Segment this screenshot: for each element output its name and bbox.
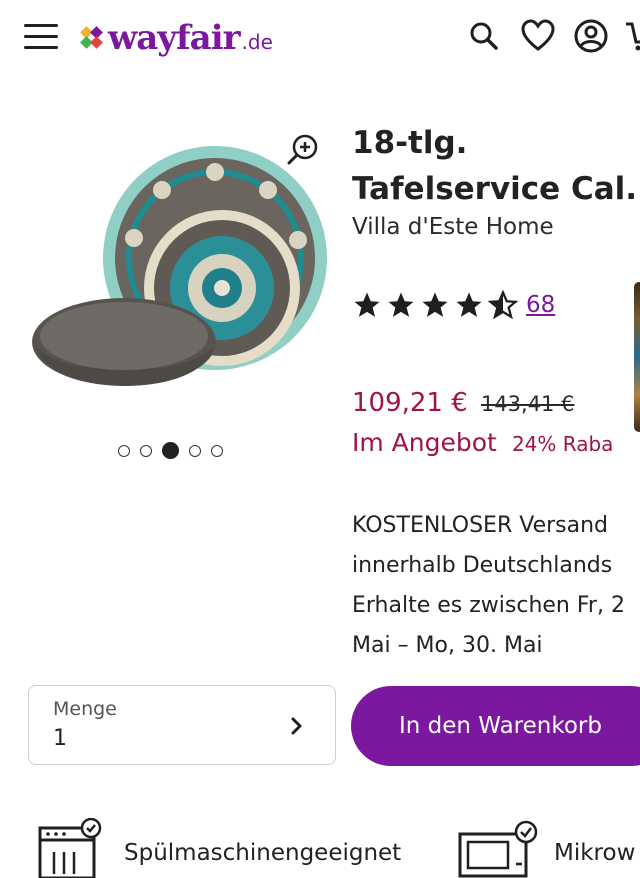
product-brand[interactable]: Villa d'Este Home (352, 214, 554, 240)
search-icon[interactable] (466, 18, 502, 54)
chevron-right-icon (289, 714, 305, 738)
star-full-icon (420, 290, 450, 320)
discount-badge: 24% Raba (512, 432, 613, 456)
carousel-dot[interactable] (211, 445, 223, 457)
logo-wordmark: wayfair (108, 18, 240, 58)
star-full-icon (454, 290, 484, 320)
star-half-icon (488, 290, 518, 320)
shipping-info: KOSTENLOSER Versand innerhalb Deutschlan… (352, 506, 640, 666)
carousel-dot[interactable] (118, 445, 130, 457)
star-full-icon (352, 290, 382, 320)
quantity-selector[interactable]: Menge 1 (28, 685, 336, 765)
review-count-link[interactable]: 68 (526, 292, 555, 318)
next-image-peek[interactable] (634, 282, 640, 432)
sale-row: Im Angebot 24% Raba (352, 428, 613, 457)
feature-label-microwave: Mikrow (554, 840, 635, 866)
shipping-line: innerhalb Deutschlands (352, 546, 640, 586)
quantity-label: Menge (53, 698, 117, 720)
heart-icon[interactable] (520, 18, 556, 54)
price-row: 109,21 € 143,41 € (352, 388, 574, 418)
product-title-line-2: Tafelservice Cal... (352, 166, 640, 212)
feature-label-dishwasher: Spülmaschinengeeignet (124, 840, 401, 866)
logo[interactable]: wayfair .de (80, 18, 273, 58)
account-icon[interactable] (573, 18, 609, 54)
delivery-line: Mai – Mo, 30. Mai (352, 626, 640, 666)
zoom-in-icon[interactable] (286, 132, 320, 166)
logo-tld: .de (242, 30, 273, 54)
logo-mark-icon (80, 26, 108, 50)
product-title-line-1: 18-tlg. (352, 120, 640, 166)
current-price: 109,21 € (352, 388, 468, 418)
carousel-dot-active[interactable] (162, 442, 179, 459)
carousel-dot[interactable] (140, 445, 152, 457)
dishwasher-icon (36, 818, 104, 878)
microwave-icon (456, 818, 546, 878)
rating[interactable]: 68 (352, 290, 555, 320)
sale-label: Im Angebot (352, 428, 497, 457)
carousel-dots (118, 442, 223, 459)
cart-icon[interactable] (624, 18, 640, 54)
old-price: 143,41 € (481, 392, 575, 416)
delivery-line: Erhalte es zwischen Fr, 2 (352, 586, 640, 626)
add-to-cart-button[interactable]: In den Warenkorb (351, 686, 640, 766)
product-title: 18-tlg. Tafelservice Cal... (352, 120, 640, 212)
carousel-dot[interactable] (189, 445, 201, 457)
quantity-value: 1 (53, 726, 67, 751)
shipping-line: KOSTENLOSER Versand (352, 506, 640, 546)
star-full-icon (386, 290, 416, 320)
menu-icon[interactable] (24, 24, 58, 50)
